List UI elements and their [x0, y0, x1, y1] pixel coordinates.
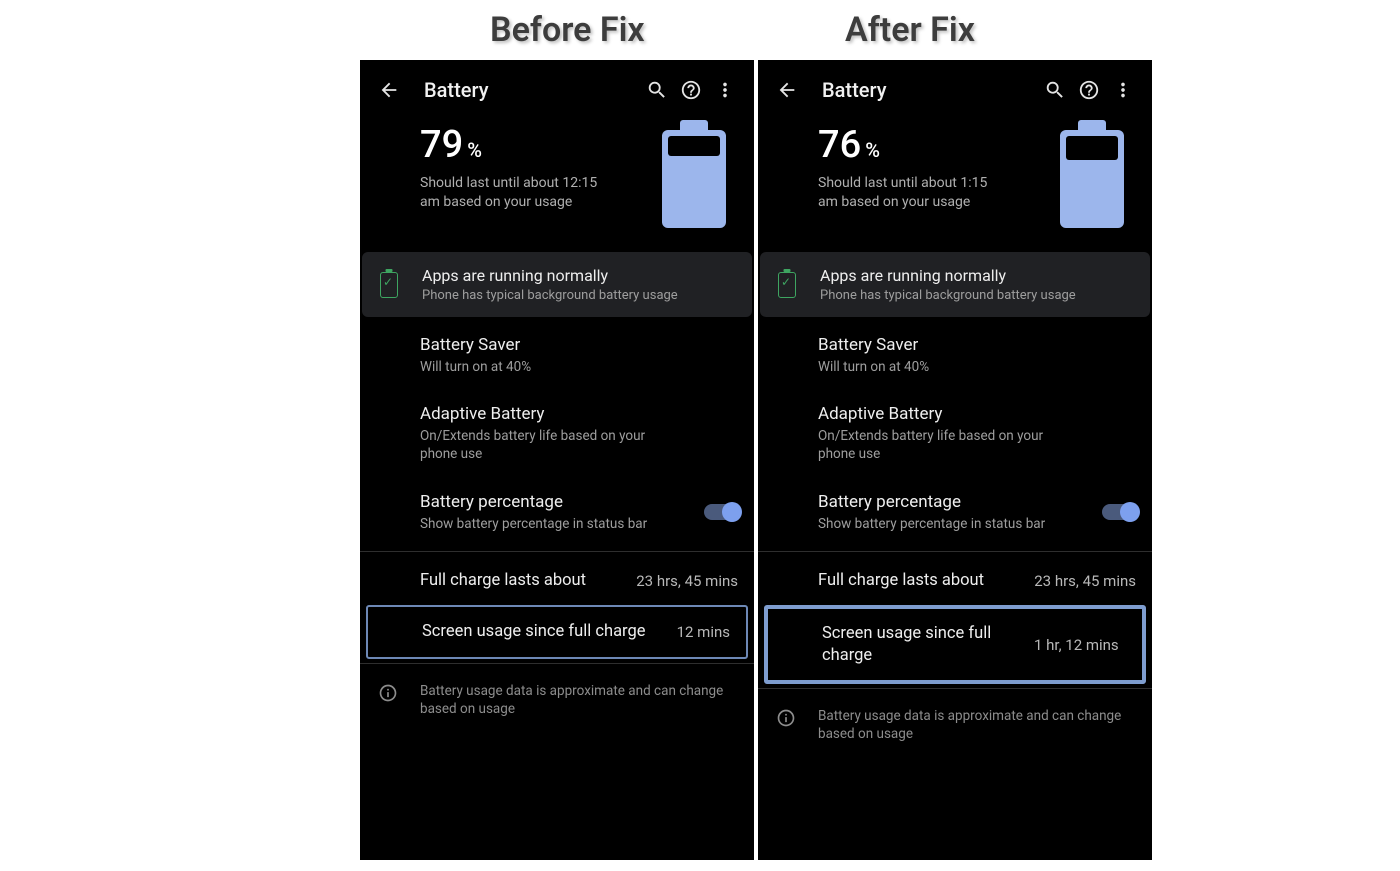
heading-before: Before Fix — [490, 10, 645, 50]
battery-percent: 79% — [420, 126, 652, 164]
help-icon — [680, 79, 702, 101]
battery-hero: 79% Should last until about 12:15 am bas… — [360, 120, 754, 244]
battery-icon — [662, 126, 730, 228]
stat-value: 1 hr, 12 mins — [1034, 636, 1119, 654]
row-sub: Will turn on at 40% — [420, 358, 680, 376]
battery-percent: 76% — [818, 126, 1050, 164]
back-button[interactable] — [770, 73, 804, 107]
search-button[interactable] — [1038, 73, 1072, 107]
percentage-toggle[interactable] — [1102, 504, 1136, 520]
appbar: Battery — [360, 60, 754, 120]
battery-percentage-row[interactable]: Battery percentage Show battery percenta… — [360, 478, 754, 547]
more-vert-icon — [714, 79, 736, 101]
search-icon — [646, 79, 668, 101]
highlight-box: Screen usage since full charge 1 hr, 12 … — [764, 605, 1146, 684]
status-card[interactable]: Apps are running normally Phone has typi… — [362, 252, 752, 317]
stat-label: Screen usage since full charge — [822, 623, 1022, 666]
status-sub: Phone has typical background battery usa… — [820, 288, 1134, 303]
info-footer: Battery usage data is approximate and ca… — [758, 693, 1152, 757]
arrow-back-icon — [776, 79, 798, 101]
page-title: Battery — [424, 78, 640, 102]
help-button[interactable] — [1072, 73, 1106, 107]
info-icon — [378, 683, 398, 703]
stat-value: 23 hrs, 45 mins — [636, 572, 738, 590]
row-title: Adaptive Battery — [420, 404, 738, 424]
stat-label: Full charge lasts about — [818, 570, 1022, 591]
info-icon — [776, 708, 796, 728]
battery-icon — [1060, 126, 1128, 228]
status-card[interactable]: Apps are running normally Phone has typi… — [760, 252, 1150, 317]
battery-percentage-row[interactable]: Battery percentage Show battery percenta… — [758, 478, 1152, 547]
stat-label: Screen usage since full charge — [422, 621, 665, 642]
row-title: Adaptive Battery — [818, 404, 1136, 424]
appbar: Battery — [758, 60, 1152, 120]
status-sub: Phone has typical background battery usa… — [422, 288, 736, 303]
highlight-box: Screen usage since full charge 12 mins — [366, 605, 748, 658]
screen-usage-row[interactable]: Screen usage since full charge 1 hr, 12 … — [768, 609, 1142, 680]
row-title: Battery Saver — [420, 335, 738, 355]
status-title: Apps are running normally — [820, 266, 1134, 285]
row-title: Battery percentage — [818, 492, 1136, 512]
info-text: Battery usage data is approximate and ca… — [420, 682, 738, 718]
search-button[interactable] — [640, 73, 674, 107]
screenshot-before: Battery 79% Should last until about 12:1… — [360, 60, 754, 860]
info-footer: Battery usage data is approximate and ca… — [360, 668, 754, 732]
stat-value: 12 mins — [677, 623, 730, 641]
screenshot-after: Battery 76% Should last until about 1:15… — [758, 60, 1152, 860]
battery-saver-row[interactable]: Battery Saver Will turn on at 40% — [758, 321, 1152, 390]
status-title: Apps are running normally — [422, 266, 736, 285]
overflow-button[interactable] — [708, 73, 742, 107]
divider — [360, 663, 754, 664]
back-button[interactable] — [372, 73, 406, 107]
full-charge-row[interactable]: Full charge lasts about 23 hrs, 45 mins — [758, 556, 1152, 605]
divider — [758, 688, 1152, 689]
stat-value: 23 hrs, 45 mins — [1034, 572, 1136, 590]
screen-usage-row[interactable]: Screen usage since full charge 12 mins — [368, 607, 746, 656]
overflow-button[interactable] — [1106, 73, 1140, 107]
row-sub: Will turn on at 40% — [818, 358, 1078, 376]
battery-ok-icon — [778, 272, 796, 298]
row-sub: Show battery percentage in status bar — [420, 515, 680, 533]
row-title: Battery Saver — [818, 335, 1136, 355]
help-icon — [1078, 79, 1100, 101]
battery-hero: 76% Should last until about 1:15 am base… — [758, 120, 1152, 244]
search-icon — [1044, 79, 1066, 101]
full-charge-row[interactable]: Full charge lasts about 23 hrs, 45 mins — [360, 556, 754, 605]
battery-estimate: Should last until about 1:15 am based on… — [818, 174, 998, 212]
row-sub: Show battery percentage in status bar — [818, 515, 1078, 533]
adaptive-battery-row[interactable]: Adaptive Battery On/Extends battery life… — [360, 390, 754, 477]
battery-saver-row[interactable]: Battery Saver Will turn on at 40% — [360, 321, 754, 390]
row-title: Battery percentage — [420, 492, 738, 512]
help-button[interactable] — [674, 73, 708, 107]
battery-estimate: Should last until about 12:15 am based o… — [420, 174, 600, 212]
adaptive-battery-row[interactable]: Adaptive Battery On/Extends battery life… — [758, 390, 1152, 477]
stat-label: Full charge lasts about — [420, 570, 624, 591]
page-title: Battery — [822, 78, 1038, 102]
heading-after: After Fix — [845, 10, 975, 50]
battery-ok-icon — [380, 272, 398, 298]
arrow-back-icon — [378, 79, 400, 101]
row-sub: On/Extends battery life based on your ph… — [818, 427, 1078, 463]
more-vert-icon — [1112, 79, 1134, 101]
divider — [758, 551, 1152, 552]
percentage-toggle[interactable] — [704, 504, 738, 520]
row-sub: On/Extends battery life based on your ph… — [420, 427, 680, 463]
info-text: Battery usage data is approximate and ca… — [818, 707, 1136, 743]
divider — [360, 551, 754, 552]
